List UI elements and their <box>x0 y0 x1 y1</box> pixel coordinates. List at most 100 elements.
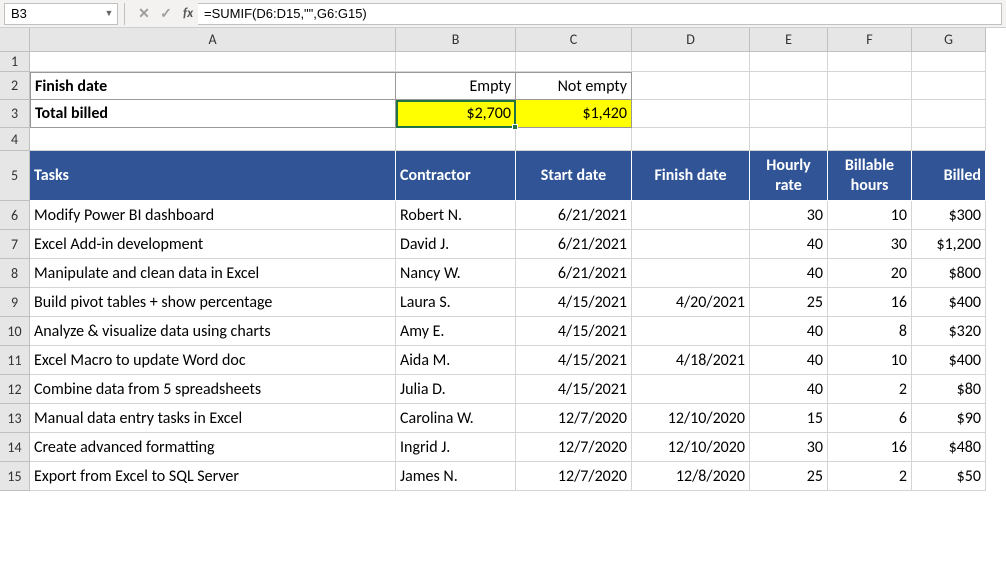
cell-empty-label[interactable]: Empty <box>396 72 516 100</box>
row-header[interactable]: 2 <box>0 72 30 100</box>
cell-hours[interactable]: 10 <box>828 201 912 230</box>
cell-billed[interactable]: $480 <box>912 433 986 462</box>
cell-rate[interactable]: 30 <box>750 433 828 462</box>
cell-hours[interactable]: 20 <box>828 259 912 288</box>
fx-icon[interactable]: fx <box>177 3 199 25</box>
cell-billed[interactable]: $80 <box>912 375 986 404</box>
col-header[interactable]: A <box>30 28 396 52</box>
cell-billed[interactable]: $300 <box>912 201 986 230</box>
row-header[interactable]: 1 <box>0 52 30 72</box>
cell-task[interactable]: Build pivot tables + show percentage <box>30 288 396 317</box>
cell-billed[interactable]: $800 <box>912 259 986 288</box>
th-tasks[interactable]: Tasks <box>30 151 396 201</box>
th-start[interactable]: Start date <box>516 151 632 201</box>
cell-total-label[interactable]: Total billed <box>30 100 396 128</box>
cell-start[interactable]: 6/21/2021 <box>516 230 632 259</box>
th-billed[interactable]: Billed <box>912 151 986 201</box>
cell-finish[interactable]: 4/20/2021 <box>632 288 750 317</box>
cell-start[interactable]: 6/21/2021 <box>516 259 632 288</box>
cell-rate[interactable]: 40 <box>750 317 828 346</box>
row-header[interactable]: 4 <box>0 128 30 151</box>
cell[interactable] <box>750 100 828 128</box>
cell-rate[interactable]: 25 <box>750 288 828 317</box>
cell[interactable] <box>828 52 912 72</box>
cell[interactable] <box>912 100 986 128</box>
row-header[interactable]: 15 <box>0 462 30 491</box>
cell-contractor[interactable]: James N. <box>396 462 516 491</box>
cell-contractor[interactable]: Aida M. <box>396 346 516 375</box>
cell-contractor[interactable]: Nancy W. <box>396 259 516 288</box>
cell-start[interactable]: 4/15/2021 <box>516 288 632 317</box>
cell-finish[interactable]: 12/10/2020 <box>632 433 750 462</box>
cell-rate[interactable]: 15 <box>750 404 828 433</box>
cell-start[interactable]: 12/7/2020 <box>516 433 632 462</box>
cell-start[interactable]: 6/21/2021 <box>516 201 632 230</box>
cell[interactable] <box>750 52 828 72</box>
row-header[interactable]: 13 <box>0 404 30 433</box>
row-header[interactable]: 7 <box>0 230 30 259</box>
cell-billed[interactable]: $400 <box>912 346 986 375</box>
cell-finish[interactable] <box>632 317 750 346</box>
cell-finish[interactable]: 12/10/2020 <box>632 404 750 433</box>
th-rate[interactable]: Hourly rate <box>750 151 828 201</box>
cell[interactable] <box>828 128 912 151</box>
cell-contractor[interactable]: Carolina W. <box>396 404 516 433</box>
row-header[interactable]: 11 <box>0 346 30 375</box>
row-header[interactable]: 9 <box>0 288 30 317</box>
cell-start[interactable]: 4/15/2021 <box>516 346 632 375</box>
row-header[interactable]: 3 <box>0 100 30 128</box>
cell-billed[interactable]: $1,200 <box>912 230 986 259</box>
cell-contractor[interactable]: Robert N. <box>396 201 516 230</box>
cell[interactable] <box>912 128 986 151</box>
enter-icon[interactable]: ✓ <box>155 3 177 25</box>
cell-billed[interactable]: $400 <box>912 288 986 317</box>
cell[interactable] <box>912 72 986 100</box>
cancel-icon[interactable]: ✕ <box>133 3 155 25</box>
cell-task[interactable]: Excel Add-in development <box>30 230 396 259</box>
cell-finish[interactable]: 4/18/2021 <box>632 346 750 375</box>
cell-start[interactable]: 4/15/2021 <box>516 317 632 346</box>
cell-contractor[interactable]: Julia D. <box>396 375 516 404</box>
th-hours[interactable]: Billable hours <box>828 151 912 201</box>
cell-billed[interactable]: $50 <box>912 462 986 491</box>
cell-contractor[interactable]: Laura S. <box>396 288 516 317</box>
cell-hours[interactable]: 10 <box>828 346 912 375</box>
cell-billed[interactable]: $320 <box>912 317 986 346</box>
cell-task[interactable]: Create advanced formatting <box>30 433 396 462</box>
cell[interactable] <box>828 100 912 128</box>
cell-finish[interactable] <box>632 230 750 259</box>
col-header[interactable]: C <box>516 28 632 52</box>
cell-task[interactable]: Manual data entry tasks in Excel <box>30 404 396 433</box>
cell-finish[interactable] <box>632 375 750 404</box>
cell-billed[interactable]: $90 <box>912 404 986 433</box>
cell-rate[interactable]: 40 <box>750 346 828 375</box>
cell[interactable] <box>30 52 396 72</box>
col-header[interactable]: B <box>396 28 516 52</box>
name-box-dropdown[interactable]: ▼ <box>101 4 117 24</box>
row-header[interactable]: 8 <box>0 259 30 288</box>
col-header[interactable]: E <box>750 28 828 52</box>
cell-rate[interactable]: 40 <box>750 230 828 259</box>
col-header[interactable]: D <box>632 28 750 52</box>
cell-contractor[interactable]: Amy E. <box>396 317 516 346</box>
cell-hours[interactable]: 2 <box>828 375 912 404</box>
cell-start[interactable]: 12/7/2020 <box>516 404 632 433</box>
th-finish[interactable]: Finish date <box>632 151 750 201</box>
cell-task[interactable]: Analyze & visualize data using charts <box>30 317 396 346</box>
cell[interactable] <box>516 128 632 151</box>
cell[interactable] <box>632 52 750 72</box>
cell-finish[interactable] <box>632 259 750 288</box>
cell[interactable] <box>912 52 986 72</box>
name-box[interactable] <box>5 4 101 24</box>
cells-area[interactable]: Finish date Empty Not empty Total billed… <box>30 52 986 491</box>
cell-task[interactable]: Excel Macro to update Word doc <box>30 346 396 375</box>
cell[interactable] <box>828 72 912 100</box>
cell-task[interactable]: Manipulate and clean data in Excel <box>30 259 396 288</box>
cell-start[interactable]: 12/7/2020 <box>516 462 632 491</box>
col-header[interactable]: F <box>828 28 912 52</box>
cell-rate[interactable]: 40 <box>750 259 828 288</box>
cell-rate[interactable]: 40 <box>750 375 828 404</box>
row-header[interactable]: 6 <box>0 201 30 230</box>
cell[interactable] <box>632 72 750 100</box>
cell-rate[interactable]: 30 <box>750 201 828 230</box>
